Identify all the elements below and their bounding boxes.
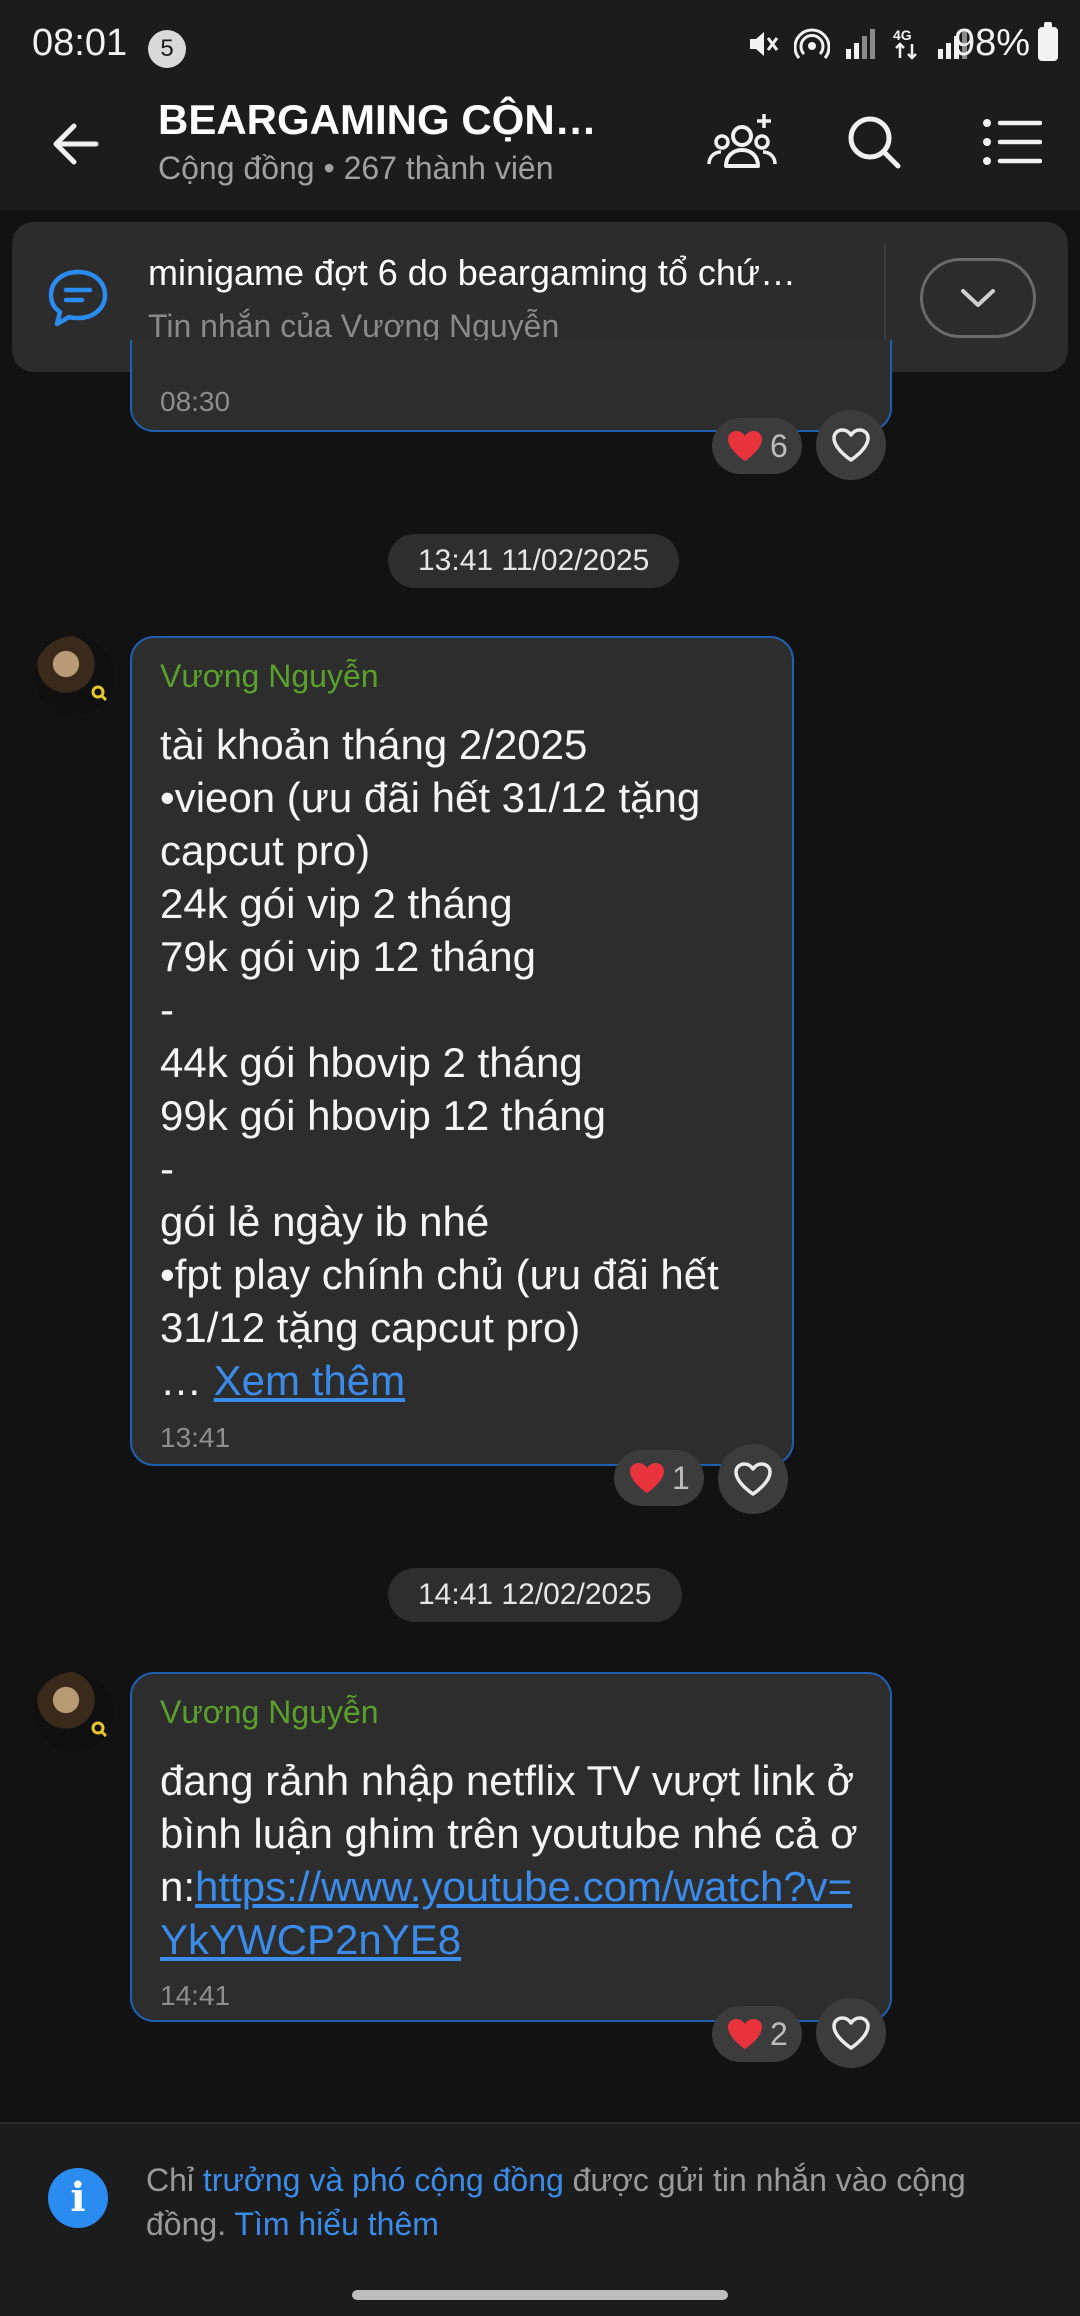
avatar[interactable] — [34, 636, 114, 716]
menu-list-icon — [983, 119, 1042, 165]
reaction-count: 6 — [770, 427, 788, 464]
chevron-down-icon — [961, 289, 995, 307]
message-body: tài khoản tháng 2/2025 •vieon (ưu đãi hế… — [160, 721, 719, 1351]
youtube-link[interactable]: https://www.youtube.com/watch?v=YkYWCP2n… — [160, 1863, 852, 1963]
message-time: 14:41 — [160, 1980, 231, 2011]
key-icon — [91, 1721, 114, 1746]
message-text: đang rảnh nhập netflix TV vượt link ở bì… — [160, 1754, 874, 1966]
info-icon: i — [48, 2168, 108, 2228]
back-button[interactable] — [46, 114, 106, 174]
learn-more-link[interactable]: Tìm hiểu thêm — [234, 2206, 439, 2242]
date-separator: 14:41 12/02/2025 — [388, 1568, 682, 1622]
message-time: 13:41 — [160, 1422, 231, 1453]
message-text: tài khoản tháng 2/2025 •vieon (ưu đãi hế… — [160, 718, 780, 1407]
pinned-message-icon — [48, 269, 108, 327]
search-button[interactable] — [836, 104, 912, 180]
notice-prefix: Chỉ — [146, 2162, 203, 2198]
heart-icon — [728, 2019, 762, 2049]
member-count-subtitle: Cộng đồng • 267 thành viên — [158, 150, 554, 186]
reaction-pill[interactable]: 2 — [712, 2006, 802, 2062]
heart-outline-icon — [832, 2016, 870, 2050]
heart-icon — [728, 431, 762, 461]
heart-outline-icon — [832, 428, 870, 462]
like-button[interactable] — [816, 1998, 886, 2068]
svg-text:4G: 4G — [893, 27, 912, 43]
message-time: 08:30 — [160, 386, 231, 417]
reaction-pill[interactable]: 1 — [614, 1450, 704, 1506]
menu-button[interactable] — [974, 104, 1050, 180]
page-title[interactable]: BEARGAMING CỘNG… — [158, 96, 628, 144]
like-button[interactable] — [816, 410, 886, 480]
expand-pinned-button[interactable] — [920, 258, 1036, 338]
like-button[interactable] — [718, 1444, 788, 1514]
back-arrow-icon — [53, 123, 99, 165]
status-bar: 08:01 5 4G 98% — [0, 0, 1080, 74]
status-icons: 4G — [746, 26, 970, 62]
reaction-pill[interactable]: 6 — [712, 418, 802, 474]
see-more-link[interactable]: Xem thêm — [214, 1357, 405, 1404]
search-icon — [848, 116, 901, 169]
notice-text: Chỉ trưởng và phó cộng đồng được gửi tin… — [146, 2158, 1006, 2246]
add-member-icon — [707, 114, 777, 168]
date-separator: 13:41 11/02/2025 — [388, 534, 680, 588]
status-time: 08:01 — [32, 22, 128, 64]
message-bubble[interactable]: Vương Nguyễn đang rảnh nhập netflix TV v… — [130, 1672, 892, 2022]
battery-icon — [1038, 21, 1058, 61]
mute-icon — [750, 32, 779, 56]
permission-notice: i Chỉ trưởng và phó cộng đồng được gửi t… — [0, 2122, 1080, 2316]
avatar[interactable] — [34, 1672, 114, 1752]
battery: 98% — [953, 21, 1058, 65]
signal-icon — [846, 29, 875, 59]
message-bubble[interactable]: Vương Nguyễn tài khoản tháng 2/2025 •vie… — [130, 636, 794, 1466]
sender-name[interactable]: Vương Nguyễn — [160, 658, 379, 695]
key-icon — [91, 685, 114, 710]
add-member-button[interactable] — [704, 104, 780, 180]
heart-outline-icon — [734, 1462, 772, 1496]
message-ellipsis: … — [160, 1357, 214, 1404]
notification-count-badge: 5 — [148, 30, 186, 68]
hotspot-icon — [794, 28, 830, 59]
admins-link[interactable]: trưởng và phó cộng đồng — [203, 2162, 564, 2198]
battery-percent: 98% — [953, 22, 1030, 64]
heart-icon — [630, 1463, 664, 1493]
4g-icon: 4G — [893, 27, 917, 60]
chat-header: BEARGAMING CỘNG… Cộng đồng • 267 thành v… — [0, 74, 1080, 210]
reaction-count: 2 — [770, 2015, 788, 2052]
pinned-message-title: minigame đợt 6 do beargaming tổ chứ… — [148, 252, 797, 293]
sender-name[interactable]: Vương Nguyễn — [160, 1694, 379, 1731]
home-indicator[interactable] — [352, 2290, 728, 2300]
reaction-count: 1 — [672, 1459, 690, 1496]
divider — [884, 244, 886, 350]
